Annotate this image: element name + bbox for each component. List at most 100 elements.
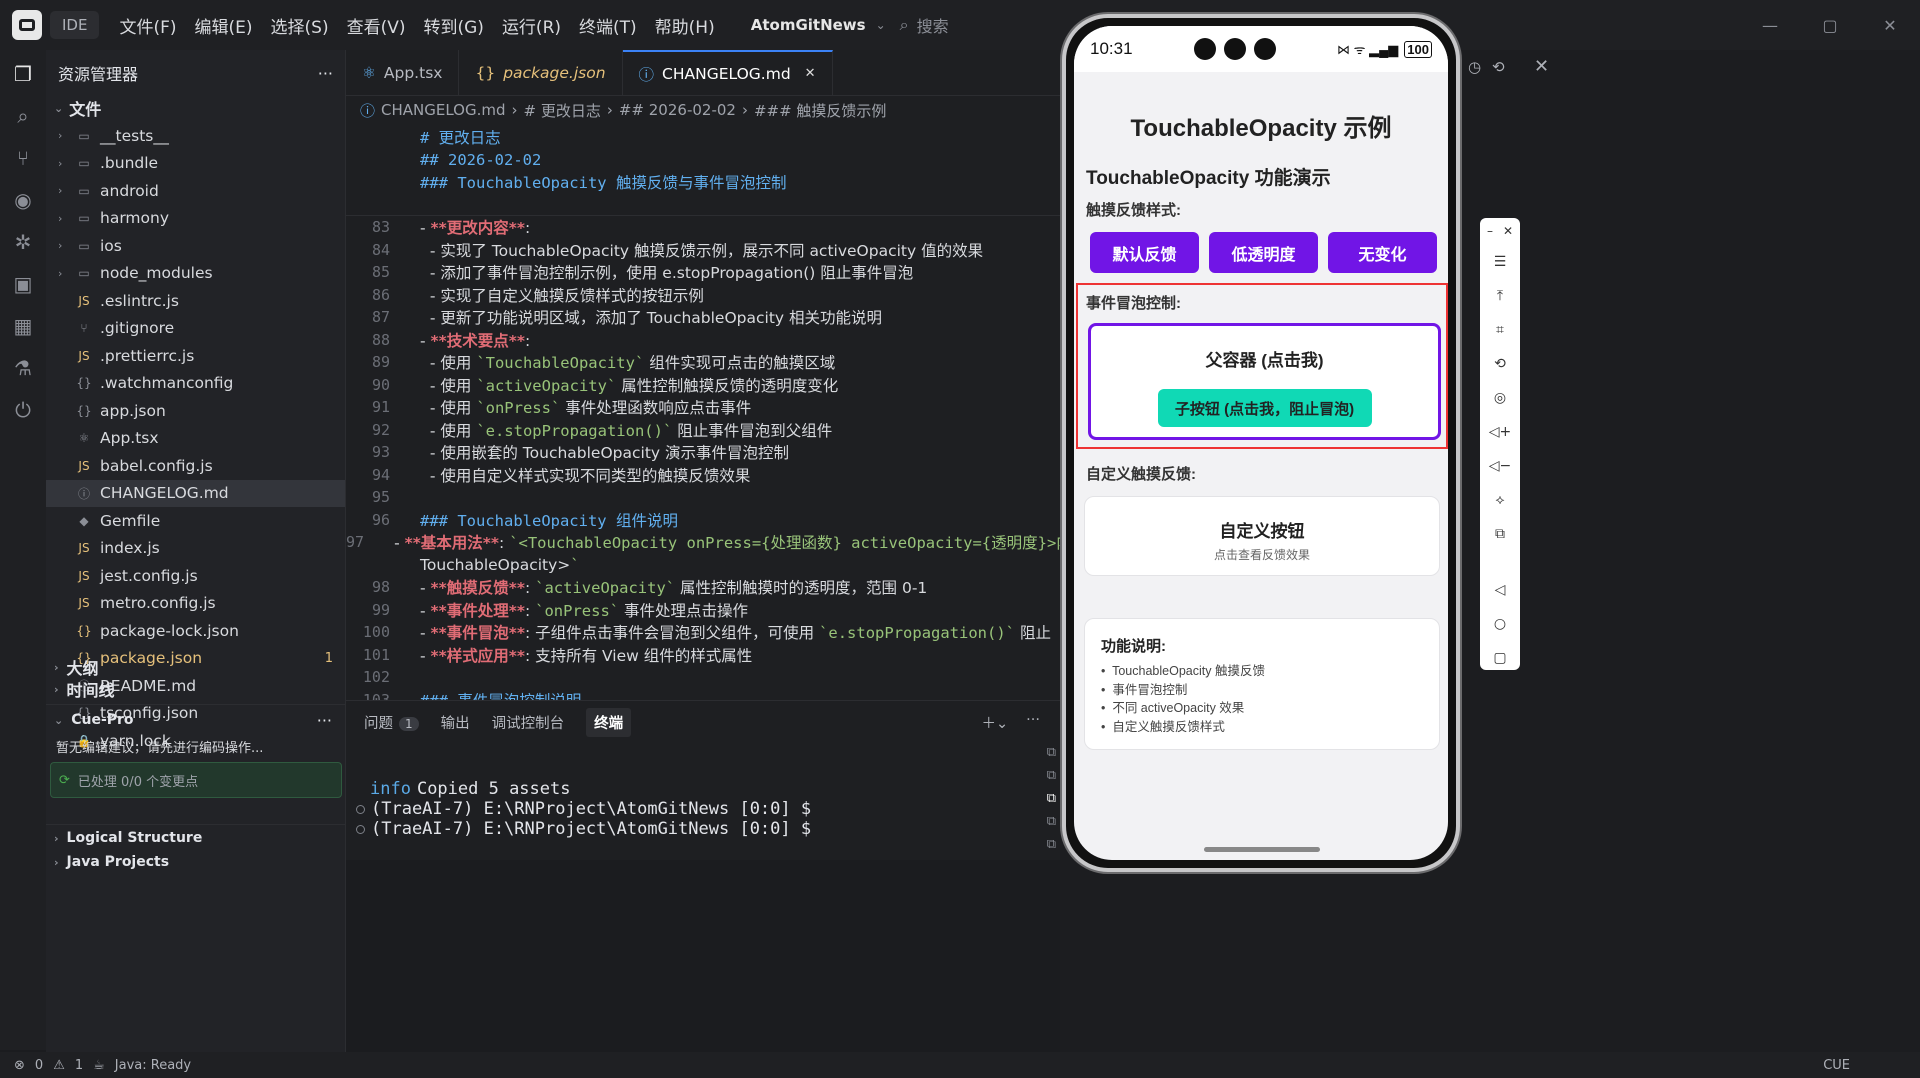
eye-icon[interactable]: ◉: [11, 188, 35, 212]
history-icon[interactable]: ◷: [1468, 58, 1481, 76]
minimize-icon[interactable]: —: [1740, 16, 1800, 35]
close-icon[interactable]: ✕: [1503, 224, 1513, 238]
outline-section[interactable]: › 大纲: [46, 656, 346, 678]
tab-debug-console[interactable]: 调试控制台: [492, 712, 565, 733]
menu-goto[interactable]: 转到(G): [423, 13, 483, 38]
volume-down-icon[interactable]: ◁−: [1489, 456, 1512, 476]
file-item[interactable]: ⓘ CHANGELOG.md: [46, 479, 345, 507]
file-item[interactable]: ⚛ App.tsx: [46, 425, 345, 453]
terminal-instance-icon[interactable]: ⧉: [1047, 814, 1056, 829]
default-feedback-button[interactable]: 默认反馈: [1090, 232, 1199, 273]
ide-badge[interactable]: IDE: [50, 11, 100, 39]
low-opacity-button[interactable]: 低透明度: [1209, 232, 1318, 273]
maximize-icon[interactable]: ▢: [1800, 16, 1860, 35]
code-line[interactable]: 85 - 添加了事件冒泡控制示例，使用 e.stopPropagation() …: [346, 261, 1060, 284]
source-control-icon[interactable]: ⑂: [11, 146, 35, 170]
file-item[interactable]: ⑂ .gitignore: [46, 315, 345, 343]
custom-button[interactable]: 自定义按钮 点击查看反馈效果: [1084, 496, 1440, 576]
sticky-heading[interactable]: ## 2026-02-02: [420, 151, 541, 169]
no-change-button[interactable]: 无变化: [1328, 232, 1437, 273]
file-item[interactable]: JS .eslintrc.js: [46, 287, 345, 315]
menu-select[interactable]: 选择(S): [271, 13, 329, 38]
explorer-icon[interactable]: ❐: [11, 62, 35, 86]
folder-item[interactable]: › ▭ ios: [46, 232, 345, 260]
minimize-icon[interactable]: –: [1487, 224, 1493, 238]
folder-item[interactable]: › ▭ harmony: [46, 205, 345, 233]
search-box[interactable]: ⌕ 搜索: [900, 13, 949, 37]
terminal-instance-icon[interactable]: ⧉: [1047, 768, 1056, 783]
recents-icon[interactable]: ▢: [1490, 648, 1510, 668]
tab-problems[interactable]: 问题 1: [364, 712, 419, 733]
file-item[interactable]: JS babel.config.js: [46, 452, 345, 480]
file-item[interactable]: {} package-lock.json: [46, 617, 345, 645]
volume-up-icon[interactable]: ◁+: [1489, 422, 1512, 442]
code-line[interactable]: 96 ### TouchableOpacity 组件说明: [346, 509, 1060, 532]
power-icon[interactable]: ⏻: [11, 398, 35, 422]
file-item[interactable]: JS .prettierrc.js: [46, 342, 345, 370]
sticky-heading[interactable]: # 更改日志: [420, 126, 501, 148]
child-button[interactable]: 子按钮 (点击我，阻止冒泡): [1157, 389, 1372, 427]
terminal-instance-icon[interactable]: ⧉: [1047, 745, 1056, 760]
java-projects-section[interactable]: › Java Projects: [46, 851, 346, 873]
code-line[interactable]: 93 - 使用嵌套的 TouchableOpacity 演示事件冒泡控制: [346, 441, 1060, 464]
cue-status-box[interactable]: ⟳ 已处理 0/0 个变更点: [50, 762, 342, 798]
folder-item[interactable]: › ▭ .bundle: [46, 150, 345, 178]
code-line[interactable]: 89 - 使用 `TouchableOpacity` 组件实现可点击的触摸区域: [346, 351, 1060, 374]
java-status[interactable]: Java: Ready: [115, 1058, 191, 1073]
add-terminal-icon[interactable]: ＋⌄: [982, 712, 1009, 733]
tab-output[interactable]: 输出: [441, 712, 470, 733]
cue-section[interactable]: ⌄ Cue-Pro ···: [46, 709, 346, 731]
code-line[interactable]: 101 - **样式应用**: 支持所有 View 组件的样式属性: [346, 644, 1060, 667]
menu-terminal[interactable]: 终端(T): [579, 13, 637, 38]
file-item[interactable]: JS index.js: [46, 535, 345, 563]
code-line[interactable]: 98 - **触摸反馈**: `activeOpacity` 属性控制触摸时的透明…: [346, 576, 1060, 599]
code-line[interactable]: 84 - 实现了 TouchableOpacity 触摸反馈示例，展示不同 ac…: [346, 239, 1060, 262]
pin-icon[interactable]: ⤒: [1490, 286, 1510, 306]
code-line[interactable]: 88 - **技术要点**:: [346, 329, 1060, 352]
code-line[interactable]: 99 - **事件处理**: `onPress` 事件处理点击操作: [346, 599, 1060, 622]
files-section-header[interactable]: ⌄ 文件: [46, 96, 345, 120]
code-line[interactable]: 90 - 使用 `activeOpacity` 属性控制触摸反馈的透明度变化: [346, 374, 1060, 397]
menu-icon[interactable]: ☰: [1490, 252, 1510, 272]
breadcrumb-item[interactable]: ### 触摸反馈示例: [754, 100, 886, 121]
search-icon[interactable]: ⌕: [11, 104, 35, 128]
tab-changelog-md[interactable]: ⓘ CHANGELOG.md ✕: [622, 50, 833, 95]
menu-run[interactable]: 运行(R): [502, 13, 561, 38]
screenshot-icon[interactable]: ◎: [1490, 388, 1510, 408]
close-icon[interactable]: ✕: [805, 66, 816, 81]
more-icon[interactable]: ···: [1026, 712, 1040, 733]
file-item[interactable]: JS jest.config.js: [46, 562, 345, 590]
error-icon[interactable]: ⊗: [14, 1058, 25, 1073]
code-line[interactable]: 95: [346, 486, 1060, 509]
code-line[interactable]: 86 - 实现了自定义触摸反馈样式的按钮示例: [346, 284, 1060, 307]
folder-item[interactable]: › ▭ node_modules: [46, 260, 345, 288]
menu-file[interactable]: 文件(F): [119, 13, 176, 38]
code-line[interactable]: 91 - 使用 `onPress` 事件处理函数响应点击事件: [346, 396, 1060, 419]
tab-terminal[interactable]: 终端: [586, 707, 632, 737]
warning-icon[interactable]: ⚠: [53, 1058, 65, 1073]
file-item[interactable]: {} .watchmanconfig: [46, 370, 345, 398]
code-line[interactable]: 83 - **更改内容**:: [346, 216, 1060, 239]
tab-package-json[interactable]: {} package.json: [459, 50, 623, 95]
code-line[interactable]: 94 - 使用自定义样式实现不同类型的触摸反馈效果: [346, 464, 1060, 487]
code-line[interactable]: 87 - 更新了功能说明区域，添加了 TouchableOpacity 相关功能…: [346, 306, 1060, 329]
timeline-section[interactable]: › 时间线: [46, 678, 346, 700]
terminal-instance-icon[interactable]: ⧉: [1047, 837, 1056, 852]
home-indicator[interactable]: [1204, 847, 1320, 852]
more-icon[interactable]: ···: [317, 711, 332, 730]
file-item[interactable]: ◆ Gemfile: [46, 507, 345, 535]
cue-status[interactable]: CUE: [1823, 1058, 1850, 1073]
code-line[interactable]: 102: [346, 666, 1060, 689]
close-icon[interactable]: ✕: [1534, 56, 1549, 77]
rotate-icon[interactable]: ⟲: [1490, 354, 1510, 374]
close-icon[interactable]: ✕: [1860, 16, 1920, 35]
code-line[interactable]: 92 - 使用 `e.stopPropagation()` 阻止事件冒泡到父组件: [346, 419, 1060, 442]
terminal-instance-icon[interactable]: ⧉: [1047, 791, 1056, 806]
clock-icon[interactable]: ⟲: [1492, 58, 1505, 76]
breadcrumb-item[interactable]: # 更改日志: [524, 100, 601, 121]
crop-icon[interactable]: ⌗: [1490, 320, 1510, 340]
logical-structure-section[interactable]: › Logical Structure: [46, 827, 346, 849]
more-icon[interactable]: ···: [318, 64, 333, 83]
home-icon[interactable]: ○: [1490, 614, 1510, 634]
menu-help[interactable]: 帮助(H): [655, 13, 715, 38]
